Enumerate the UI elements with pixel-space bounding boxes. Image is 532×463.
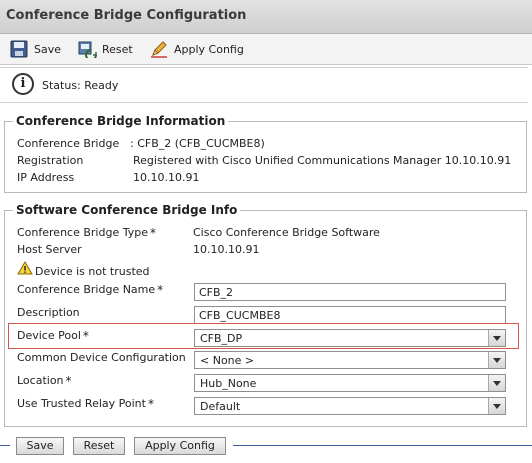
common-device-config-selected: < None >	[200, 354, 255, 367]
trusted-relay-point-label: Use Trusted Relay Point *	[17, 397, 154, 411]
common-device-config-label: Common Device Configuration	[17, 351, 186, 364]
reset-toolbar-label: Reset	[102, 42, 133, 56]
info-icon: i	[12, 73, 34, 95]
reset-icon	[78, 40, 97, 61]
conference-bridge-information-section: Conference Bridge Information Conference…	[4, 114, 527, 193]
apply-config-toolbar-label: Apply Config	[174, 42, 244, 56]
common-device-config-select[interactable]: < None >	[194, 351, 506, 369]
status-panel: i Status: Ready	[0, 67, 528, 103]
apply-config-button[interactable]: Apply Config	[134, 437, 226, 455]
ip-address-value: 10.10.10.91	[133, 171, 200, 184]
title-bar: Conference Bridge Configuration	[0, 0, 532, 34]
chevron-down-icon	[488, 375, 505, 391]
reset-button[interactable]: Reset	[73, 437, 125, 455]
toolbar: Save Reset Apply Config	[0, 34, 532, 65]
section-legend-information: Conference Bridge Information	[13, 114, 229, 128]
save-toolbar-label: Save	[34, 42, 62, 56]
bridge-value: : CFB_2 (CFB_CUCMBE8)	[130, 137, 265, 150]
description-label: Description	[17, 306, 80, 319]
warning-icon	[17, 261, 33, 275]
trusted-relay-point-selected: Default	[200, 400, 241, 413]
chevron-down-icon	[488, 398, 505, 414]
registration-label: Registration	[17, 154, 84, 167]
registration-value: Registered with Cisco Unified Communicat…	[133, 154, 512, 167]
apply-config-toolbar-button[interactable]: Apply Config	[150, 40, 244, 58]
trusted-relay-point-select[interactable]: Default	[194, 397, 506, 415]
bridge-name-label: Conference Bridge Name *	[17, 283, 164, 297]
device-pool-select[interactable]: CFB_DP	[194, 329, 506, 347]
save-button[interactable]: Save	[16, 437, 64, 455]
description-input[interactable]	[194, 306, 506, 324]
location-select[interactable]: Hub_None	[194, 374, 506, 392]
bottom-divider-left	[0, 445, 10, 446]
bridge-label: Conference Bridge	[17, 137, 120, 150]
ip-address-label: IP Address	[17, 171, 75, 184]
host-server-value: 10.10.10.91	[193, 243, 260, 256]
floppy-disk-icon	[10, 40, 28, 58]
reset-toolbar-button[interactable]: Reset	[78, 40, 133, 61]
page-title: Conference Bridge Configuration	[6, 8, 247, 23]
bridge-type-label: Conference Bridge Type *	[17, 226, 156, 240]
pencil-icon	[150, 40, 168, 58]
section-legend-software: Software Conference Bridge Info	[13, 203, 241, 217]
save-toolbar-button[interactable]: Save	[10, 40, 61, 58]
bridge-type-value: Cisco Conference Bridge Software	[193, 226, 380, 239]
location-selected: Hub_None	[200, 377, 257, 390]
location-label: Location *	[17, 374, 72, 388]
status-text: Status: Ready	[42, 79, 119, 92]
host-server-label: Host Server	[17, 243, 82, 256]
chevron-down-icon	[488, 330, 505, 346]
chevron-down-icon	[488, 352, 505, 368]
device-not-trusted-text: Device is not trusted	[35, 265, 150, 278]
device-pool-selected: CFB_DP	[200, 332, 243, 345]
conference-bridge-name-input[interactable]	[194, 283, 506, 301]
bottom-divider-right	[233, 445, 532, 446]
